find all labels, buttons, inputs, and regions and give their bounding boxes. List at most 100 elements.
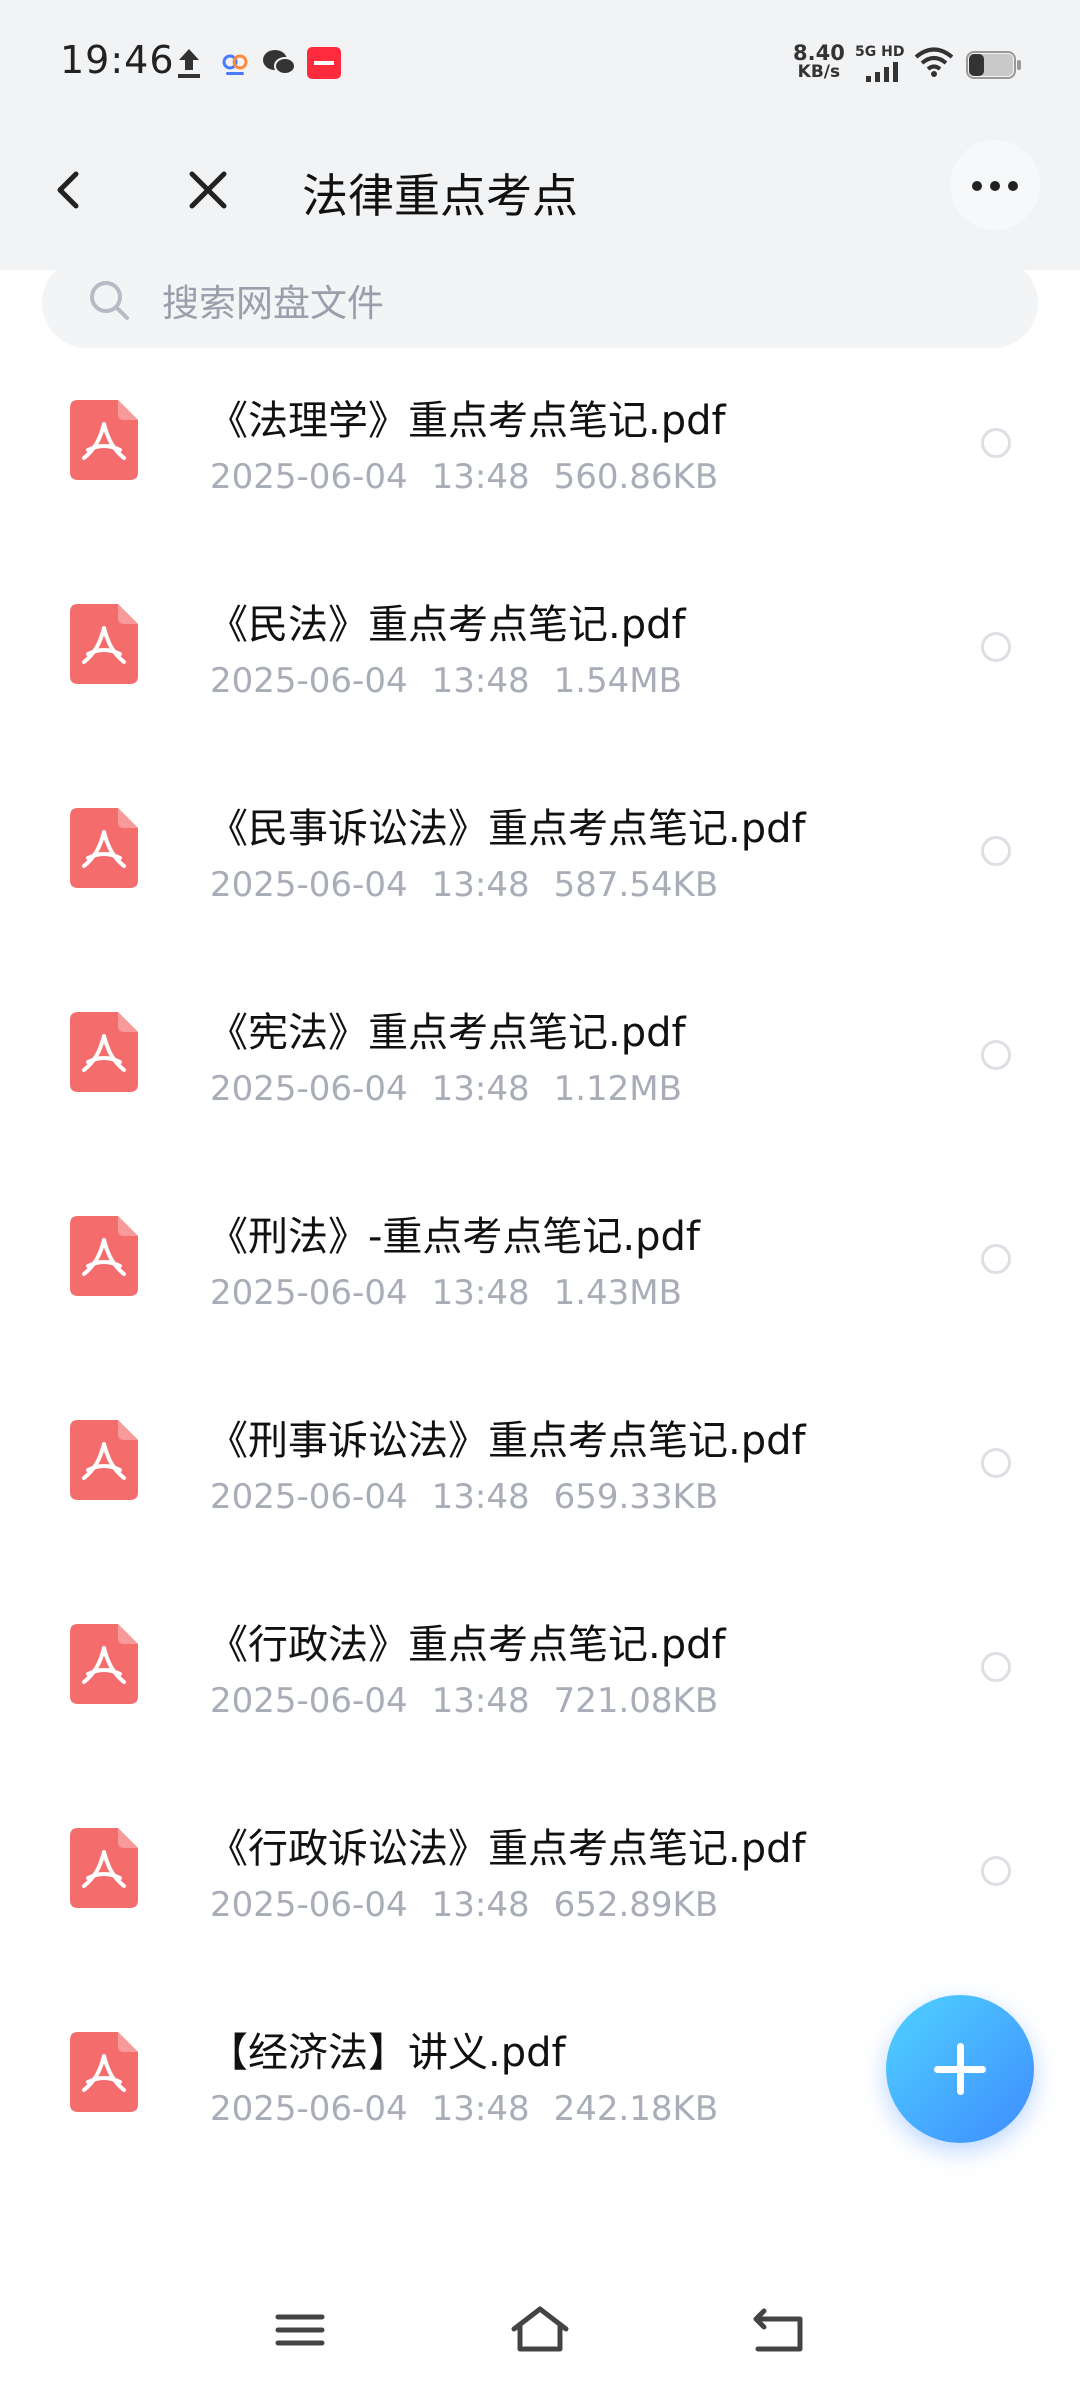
- file-name: 《刑法》-重点考点笔记.pdf: [208, 1214, 701, 1260]
- file-size: 242.18KB: [553, 2089, 719, 2129]
- more-options-button[interactable]: [950, 140, 1040, 230]
- file-size: 587.54KB: [553, 865, 719, 905]
- file-size: 560.86KB: [553, 457, 719, 497]
- file-time: 13:48: [431, 1477, 530, 1517]
- file-time: 13:48: [431, 2089, 530, 2129]
- file-time: 13:48: [431, 1681, 530, 1721]
- pdf-file-icon: [70, 1012, 138, 1092]
- file-meta: 2025-06-04 13:48 659.33KB: [210, 1477, 742, 1517]
- wechat-icon: [263, 50, 296, 75]
- file-row[interactable]: 《行政诉讼法》重点考点笔记.pdf 2025-06-04 13:48 652.89K…: [0, 1768, 1080, 1972]
- file-name: 《行政诉讼法》重点考点笔记.pdf: [208, 1826, 806, 1872]
- file-name: 《宪法》重点考点笔记.pdf: [208, 1010, 686, 1056]
- file-name: 《刑事诉讼法》重点考点笔记.pdf: [208, 1418, 806, 1464]
- pdf-file-icon: [70, 604, 138, 684]
- file-row[interactable]: 《刑法》-重点考点笔记.pdf 2025-06-04 13:48 1.43MB: [0, 1156, 1080, 1360]
- search-input[interactable]: [160, 272, 864, 334]
- file-meta: 2025-06-04 13:48 587.54KB: [210, 865, 742, 905]
- pdf-file-icon: [70, 400, 138, 480]
- select-checkbox[interactable]: [981, 632, 1011, 662]
- add-button[interactable]: [886, 1995, 1034, 2143]
- file-time: 13:48: [431, 661, 530, 701]
- file-date: 2025-06-04: [210, 1069, 408, 1109]
- select-checkbox[interactable]: [981, 836, 1011, 866]
- file-meta: 2025-06-04 13:48 242.18KB: [210, 2089, 742, 2129]
- file-date: 2025-06-04: [210, 865, 408, 905]
- select-checkbox[interactable]: [981, 1040, 1011, 1070]
- more-dot-icon: [990, 181, 1000, 191]
- file-time: 13:48: [431, 457, 530, 497]
- more-dot-icon: [1008, 181, 1018, 191]
- file-row[interactable]: 《民法》重点考点笔记.pdf 2025-06-04 13:48 1.54MB: [0, 544, 1080, 748]
- file-row[interactable]: 《宪法》重点考点笔记.pdf 2025-06-04 13:48 1.12MB: [0, 952, 1080, 1156]
- net-speed-value: 8.40: [793, 41, 845, 65]
- system-nav-bar: [0, 2250, 1080, 2400]
- net-speed-unit: KB/s: [797, 62, 841, 82]
- file-date: 2025-06-04: [210, 1273, 408, 1313]
- file-date: 2025-06-04: [210, 661, 408, 701]
- file-time: 13:48: [431, 1885, 530, 1925]
- file-name: 《行政法》重点考点笔记.pdf: [208, 1622, 726, 1668]
- back-nav-button[interactable]: [750, 2305, 810, 2355]
- pdf-file-icon: [70, 1420, 138, 1500]
- status-time: 19:46: [60, 38, 175, 82]
- app-notification-icon: [222, 54, 248, 75]
- upload-icon: [178, 49, 200, 78]
- file-size: 1.54MB: [553, 661, 682, 701]
- file-time: 13:48: [431, 1273, 530, 1313]
- select-checkbox[interactable]: [981, 1652, 1011, 1682]
- pdf-file-icon: [70, 1216, 138, 1296]
- file-date: 2025-06-04: [210, 2089, 408, 2129]
- file-date: 2025-06-04: [210, 1885, 408, 1925]
- home-nav-button[interactable]: [510, 2305, 570, 2355]
- file-name: 《法理学》重点考点笔记.pdf: [208, 398, 726, 444]
- red-app-icon: [307, 47, 341, 79]
- file-time: 13:48: [431, 1069, 530, 1109]
- status-bar: 19:46 8.40 KB/s 5G HD: [0, 0, 1080, 108]
- menu-nav-button[interactable]: [270, 2305, 330, 2355]
- file-meta: 2025-06-04 13:48 1.43MB: [210, 1273, 706, 1313]
- search-bar[interactable]: [42, 258, 1038, 348]
- file-time: 13:48: [431, 865, 530, 905]
- file-size: 659.33KB: [553, 1477, 719, 1517]
- file-meta: 2025-06-04 13:48 721.08KB: [210, 1681, 742, 1721]
- file-meta: 2025-06-04 13:48 1.54MB: [210, 661, 706, 701]
- select-checkbox[interactable]: [981, 1856, 1011, 1886]
- file-row[interactable]: 《行政法》重点考点笔记.pdf 2025-06-04 13:48 721.08KB: [0, 1564, 1080, 1768]
- file-date: 2025-06-04: [210, 1681, 408, 1721]
- file-date: 2025-06-04: [210, 457, 408, 497]
- file-date: 2025-06-04: [210, 1477, 408, 1517]
- select-checkbox[interactable]: [981, 1448, 1011, 1478]
- file-size: 652.89KB: [553, 1885, 719, 1925]
- wifi-icon: [914, 47, 954, 77]
- file-name: 《民法》重点考点笔记.pdf: [208, 602, 686, 648]
- back-button[interactable]: [44, 164, 96, 216]
- select-checkbox[interactable]: [981, 428, 1011, 458]
- plus-icon: [957, 2043, 964, 2095]
- page-title: 法律重点考点: [302, 169, 578, 223]
- file-size: 1.43MB: [553, 1273, 682, 1313]
- signal-icon: [866, 62, 898, 82]
- file-row[interactable]: 《刑事诉讼法》重点考点笔记.pdf 2025-06-04 13:48 659.33K…: [0, 1360, 1080, 1564]
- file-meta: 2025-06-04 13:48 652.89KB: [210, 1885, 742, 1925]
- search-icon: [90, 281, 129, 320]
- battery-icon: [966, 51, 1021, 79]
- network-type: 5G HD: [855, 44, 905, 60]
- file-row[interactable]: 《法理学》重点考点笔记.pdf 2025-06-04 13:48 560.86KB: [0, 340, 1080, 544]
- file-size: 1.12MB: [553, 1069, 682, 1109]
- file-name: 【经济法】讲义.pdf: [208, 2030, 566, 2076]
- file-row[interactable]: 《民事诉讼法》重点考点笔记.pdf 2025-06-04 13:48 587.54K…: [0, 748, 1080, 952]
- pdf-file-icon: [70, 1828, 138, 1908]
- select-checkbox[interactable]: [981, 1244, 1011, 1274]
- network-speed: 8.40 KB/s: [793, 41, 845, 82]
- header: 法律重点考点: [0, 108, 1080, 270]
- file-name: 《民事诉讼法》重点考点笔记.pdf: [208, 806, 806, 852]
- pdf-file-icon: [70, 1624, 138, 1704]
- file-meta: 2025-06-04 13:48 560.86KB: [210, 457, 742, 497]
- more-dot-icon: [972, 181, 982, 191]
- file-size: 721.08KB: [553, 1681, 719, 1721]
- pdf-file-icon: [70, 808, 138, 888]
- pdf-file-icon: [70, 2032, 138, 2112]
- close-button[interactable]: [182, 164, 234, 216]
- file-meta: 2025-06-04 13:48 1.12MB: [210, 1069, 706, 1109]
